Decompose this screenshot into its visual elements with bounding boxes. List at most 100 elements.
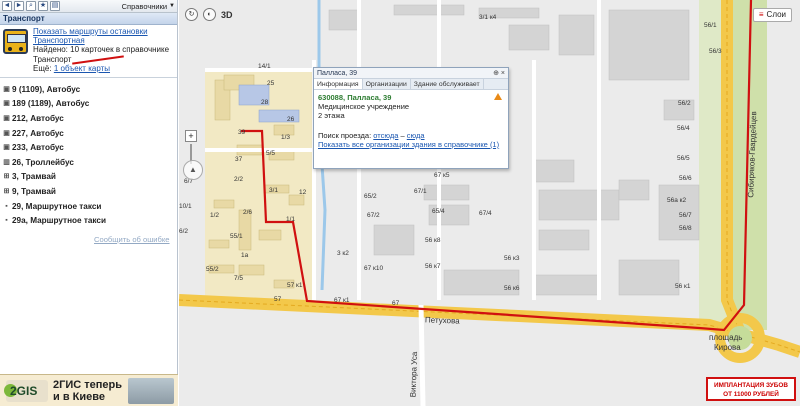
map-label: 6/2 [179,228,189,235]
map-label: 56 к1 [675,283,691,290]
map-label: 65/4 [432,208,445,215]
tab-building-served[interactable]: Здание обслуживает [411,79,484,89]
tab-organizations[interactable]: Организации [363,79,411,89]
map-label: 2/6 [243,209,253,216]
map-label: 1/3 [281,134,291,141]
map-label: 56/8 [679,225,692,232]
street-label-viktora-usa: Виктора Уса [408,351,420,398]
compass-icon[interactable]: ▲ [183,160,203,180]
route-item[interactable]: ⊞ 9, Трамвай [3,184,175,199]
tab-information[interactable]: Информация [314,79,363,89]
map-label: 67 к1 [334,297,350,304]
show-all-orgs-link[interactable]: Показать все организации здания в справо… [318,140,499,149]
taxi-icon: ▪ [5,202,8,210]
found-count: Найдено: 10 карточек в справочнике [33,45,170,55]
map-label: 26 [287,116,295,123]
map-view[interactable]: 3/1 к4 56/1 56/3 56/4 56/5 56/6 56/7 56/… [179,0,800,406]
print-icon[interactable]: ▤ [50,1,60,11]
directories-menu[interactable]: Справочники [122,2,167,11]
map-label: 5/5 [266,150,276,157]
map-label: 3 к2 [337,250,349,257]
route-item[interactable]: ▣ 189 (1189), Автобус [3,97,175,112]
map-label: 25 [267,80,275,87]
bus-icon [3,29,28,54]
map-label: 57 к1 [287,282,303,289]
map-label: 56 к3 [504,255,520,262]
report-error-link[interactable]: Сообщить об ошибке [94,235,170,244]
bus-icon: ▣ [3,100,10,108]
ad-banner-2gis[interactable]: 2GIS 2ГИС теперь и в Киеве [0,374,178,406]
more-prefix: Ещё: [33,63,52,73]
popup-body: 630088, Палласа, 39 Медицинское учрежден… [314,90,508,152]
warning-icon [494,93,502,100]
map-label: 56/6 [679,175,692,182]
route-list: ▣ 9 (1109), Автобус ▣ 189 (1189), Автобус … [0,80,177,228]
route-from-link[interactable]: отсюда [373,131,398,140]
rubric-panel: Показать маршруты остановки Транспортная… [0,25,177,75]
route-item[interactable]: ▣ 233, Автобус [3,140,175,155]
map-label: 57 [274,296,282,303]
map-label: 28 [261,99,269,106]
ad-slogan: 2ГИС теперь и в Киеве [53,379,123,403]
map-label: 56а к2 [667,197,687,204]
ad-implant-banner[interactable]: ИМПЛАНТАЦИЯ ЗУБОВ ОТ 11000 РУБЛЕЙ [706,377,796,401]
more-map-objects-link[interactable]: 1 объект карты [54,64,110,73]
route-item[interactable]: ▥ 26, Троллейбус [3,155,175,170]
map-label: 39 [238,129,246,136]
layers-button[interactable]: ≡ Слои [752,8,792,22]
rubric-category-link[interactable]: Транспортная [33,36,85,45]
search-icon[interactable]: ⌕ [26,1,36,11]
bus-icon: ▣ [3,85,10,93]
map-label: 3/1 [269,187,279,194]
route-item[interactable]: ▣ 212, Автобус [3,111,175,126]
map-label: 67 [392,300,400,307]
pin-icon[interactable]: ⊕ [493,70,499,77]
route-item[interactable]: ▣ 227, Автобус [3,126,175,141]
bus-icon: ▣ [3,144,10,152]
close-icon[interactable]: × [501,70,505,77]
map-label: 3/1 к4 [479,14,497,21]
bookmark-icon[interactable]: ★ [38,1,48,11]
route-item[interactable]: ⊞ 3, Трамвай [3,170,175,185]
sidebar: ◄ ► ⌕ ★ ▤ Справочники ▼ Транспорт Показа… [0,0,178,406]
map-label: 56/4 [677,125,690,132]
map-label: 56 к8 [425,237,441,244]
route-item[interactable]: ▪ 29а, Маршрутное такси [3,213,175,228]
route-search-label: Поиск проезда: [318,130,372,140]
section-title: Транспорт [0,13,177,25]
map-label: 7/5 [234,275,244,282]
square-label-2: Кирова [714,343,741,352]
layers-icon: ≡ [758,10,764,19]
tram-icon: ⊞ [3,187,10,195]
map-label: 56 к6 [504,285,520,292]
route-item[interactable]: ▣ 9 (1109), Автобус [3,82,175,97]
taxi-icon: ▪ [5,217,8,225]
perspective-icon[interactable]: ◐ [203,8,216,21]
popup-building-type: Медицинское учреждение [318,102,410,112]
map-label: 67/1 [414,188,427,195]
popup-title: Палласа, 39 [317,70,358,77]
zoom-in-button[interactable]: + [185,130,197,142]
popup-tabs: Информация Организации Здание обслуживае… [314,79,508,90]
route-to-link[interactable]: сюда [407,131,425,140]
forward-icon[interactable]: ► [14,1,24,11]
street-label-petukhova: Петухова [424,315,460,326]
rotate-icon[interactable]: ↻ [185,8,198,21]
map-label: 67 к10 [364,265,384,272]
chevron-down-icon[interactable]: ▼ [169,3,175,9]
map-label: 14/1 [258,63,271,70]
map-label: 55/2 [206,266,219,273]
route-item[interactable]: ▪ 29, Маршрутное такси [3,199,175,214]
popup-header: Палласа, 39 ⊕ × [314,68,508,79]
map-label: 56/2 [678,100,691,107]
back-icon[interactable]: ◄ [2,1,12,11]
view-3d-button[interactable]: 3D [221,10,233,20]
map-label: 56/7 [679,212,692,219]
map-label: 65/2 [364,193,377,200]
tram-icon: ⊞ [3,173,10,181]
map-label: 56 к7 [425,263,441,270]
show-routes-link[interactable]: Показать маршруты остановки [33,27,148,36]
map-tools: ↻ ◐ 3D [185,8,233,21]
divider [0,77,177,78]
bus-icon: ▣ [3,114,10,122]
